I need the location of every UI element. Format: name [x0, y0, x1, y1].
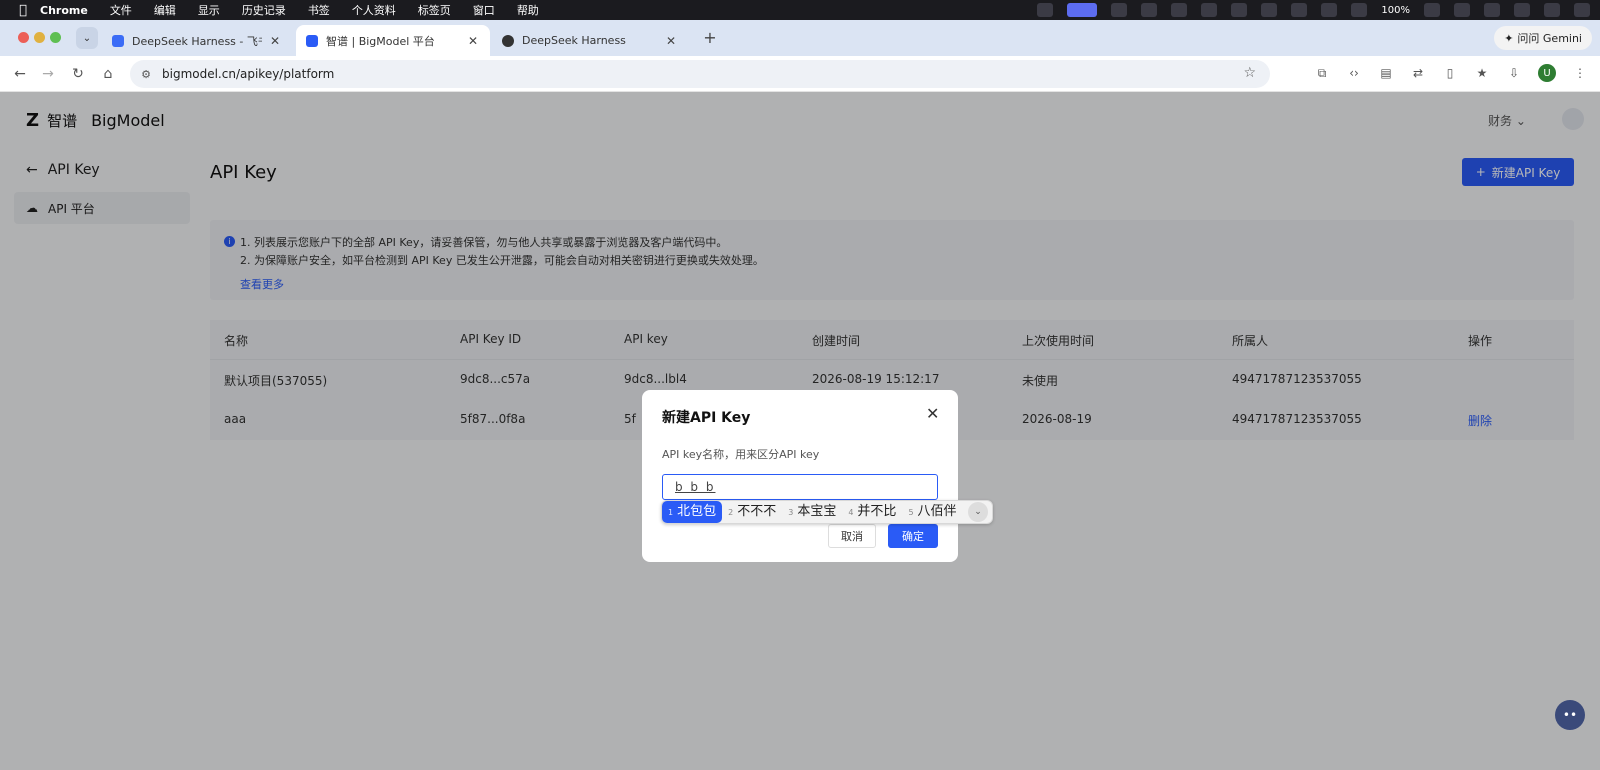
tab-label: DeepSeek Harness - 飞书云文: [132, 34, 262, 48]
ime-candidate-bar: 1 北包包 2 不不不 3 本宝宝 4 并不比 5 八佰伴 ⌄: [661, 500, 993, 524]
menu-edit[interactable]: 编辑: [154, 2, 176, 18]
status-area: 100%: [1037, 0, 1590, 20]
new-tab-button[interactable]: +: [700, 28, 720, 47]
more-menu-icon[interactable]: ⋮: [1572, 65, 1588, 81]
tab-feishu-doc[interactable]: DeepSeek Harness - 飞书云文 ✕: [102, 25, 292, 56]
candidate-text: 北包包: [677, 504, 717, 519]
status-app-icon[interactable]: [1261, 3, 1278, 17]
bigmodel-icon: [306, 34, 318, 47]
status-app-icon[interactable]: [1321, 3, 1338, 17]
candidate-text: 并不比: [857, 504, 897, 519]
tab-search-button[interactable]: ⌄: [76, 27, 98, 49]
status-app-icon[interactable]: [1231, 3, 1248, 17]
menu-profile[interactable]: 个人资料: [352, 2, 396, 18]
menu-window[interactable]: 窗口: [473, 2, 495, 18]
confirm-button[interactable]: 确定: [888, 524, 938, 548]
chevron-down-icon[interactable]: ⌄: [968, 502, 988, 522]
candidate-text: 本宝宝: [797, 504, 837, 519]
macos-menubar:  Chrome 文件 编辑 显示 历史记录 书签 个人资料 标签页 窗口 帮助…: [0, 0, 1600, 20]
doc-icon: [112, 34, 124, 47]
api-key-name-label: API key名称，用来区分API key: [662, 448, 820, 461]
screen-record-icon[interactable]: [1067, 3, 1098, 17]
status-app-icon[interactable]: [1141, 3, 1158, 17]
extensions-icon[interactable]: ⧉: [1314, 65, 1330, 81]
url-text[interactable]: bigmodel.cn/apikey/platform: [162, 67, 334, 81]
deepseek-icon: [502, 34, 514, 47]
candidate-number: 3: [788, 508, 794, 517]
menu-app-name[interactable]: Chrome: [40, 4, 88, 17]
dialog-title: 新建API Key: [662, 410, 751, 426]
trash-icon[interactable]: ▯: [1442, 65, 1458, 81]
candidate-text: 不不不: [737, 504, 777, 519]
site-info-icon[interactable]: ⚙: [134, 68, 158, 81]
tab-label: 智谱 | BigModel 平台: [326, 34, 435, 48]
input-method-icon[interactable]: [1454, 3, 1470, 17]
address-bar[interactable]: ⚙ bigmodel.cn/apikey/platform ☆: [130, 60, 1270, 88]
reader-icon[interactable]: ▤: [1378, 65, 1394, 81]
status-app-icon[interactable]: [1171, 3, 1188, 17]
input-composition-text: b b b: [675, 480, 716, 494]
tab-label: DeepSeek Harness: [522, 34, 626, 47]
gemini-button[interactable]: ✦ 问问 Gemini: [1494, 26, 1592, 50]
control-center-icon[interactable]: [1544, 3, 1560, 17]
status-app-icon[interactable]: [1291, 3, 1308, 17]
candidate-text: 八佰伴: [917, 504, 957, 519]
candidate-number: 5: [908, 508, 914, 517]
fullscreen-window-button[interactable]: [50, 32, 61, 43]
profile-avatar[interactable]: U: [1538, 64, 1556, 82]
ime-candidate[interactable]: 5 八佰伴: [902, 501, 962, 523]
tab-deepseek[interactable]: DeepSeek Harness ✕: [492, 25, 688, 56]
search-icon[interactable]: [1514, 3, 1530, 17]
forward-arrow-icon[interactable]: →: [38, 64, 58, 84]
menu-tabs[interactable]: 标签页: [418, 2, 451, 18]
ime-candidate[interactable]: 1 北包包: [662, 501, 723, 523]
extension-star-icon[interactable]: ★: [1474, 65, 1490, 81]
menu-history[interactable]: 历史记录: [242, 2, 286, 18]
browser-toolbar: ← → ↻ ⌂ ⚙ bigmodel.cn/apikey/platform ☆ …: [0, 56, 1600, 92]
download-icon[interactable]: ⇩: [1506, 65, 1522, 81]
menu-view[interactable]: 显示: [198, 2, 220, 18]
ime-candidate[interactable]: 2 不不不: [722, 501, 782, 523]
translate-icon[interactable]: ⇄: [1410, 65, 1426, 81]
menu-help[interactable]: 帮助: [517, 2, 539, 18]
chat-support-icon[interactable]: ••: [1555, 700, 1585, 730]
minimize-window-button[interactable]: [34, 32, 45, 43]
status-app-icon[interactable]: [1111, 3, 1128, 17]
status-app-icon[interactable]: [1037, 3, 1054, 17]
home-icon[interactable]: ⌂: [98, 64, 118, 84]
candidate-number: 4: [848, 508, 854, 517]
status-app-icon[interactable]: [1351, 3, 1368, 17]
tab-bigmodel[interactable]: 智谱 | BigModel 平台 ✕: [296, 25, 490, 56]
api-key-name-input[interactable]: b b b: [662, 474, 938, 500]
reload-icon[interactable]: ↻: [68, 64, 88, 84]
wifi-icon[interactable]: [1484, 3, 1500, 17]
battery-icon[interactable]: [1424, 3, 1440, 17]
close-icon[interactable]: ✕: [268, 34, 282, 48]
bookmark-star-icon[interactable]: ☆: [1243, 65, 1256, 81]
close-icon[interactable]: ✕: [664, 34, 678, 48]
ime-candidate[interactable]: 3 本宝宝: [782, 501, 842, 523]
new-api-key-dialog: 新建API Key ✕ API key名称，用来区分API key b b b …: [642, 390, 958, 562]
siri-icon[interactable]: [1574, 3, 1590, 17]
gemini-icon: ✦: [1504, 31, 1514, 45]
candidate-number: 1: [668, 508, 674, 517]
devtools-icon[interactable]: ‹›: [1346, 65, 1362, 81]
apple-icon[interactable]: : [16, 3, 30, 18]
close-icon[interactable]: ✕: [926, 404, 939, 423]
close-icon[interactable]: ✕: [466, 34, 480, 48]
back-arrow-icon[interactable]: ←: [10, 64, 30, 84]
toolbar-actions: ⧉ ‹› ▤ ⇄ ▯ ★ ⇩ U ⋮: [1314, 64, 1588, 82]
battery-percent: 100%: [1381, 4, 1410, 16]
close-window-button[interactable]: [18, 32, 29, 43]
gemini-label: 问问 Gemini: [1517, 32, 1582, 45]
menu-file[interactable]: 文件: [110, 2, 132, 18]
cancel-button[interactable]: 取消: [828, 524, 876, 548]
status-app-icon[interactable]: [1201, 3, 1218, 17]
menu-bookmarks[interactable]: 书签: [308, 2, 330, 18]
tab-strip: ⌄ DeepSeek Harness - 飞书云文 ✕ 智谱 | BigMode…: [0, 20, 1600, 56]
ime-candidate[interactable]: 4 并不比: [842, 501, 902, 523]
candidate-number: 2: [728, 508, 734, 517]
